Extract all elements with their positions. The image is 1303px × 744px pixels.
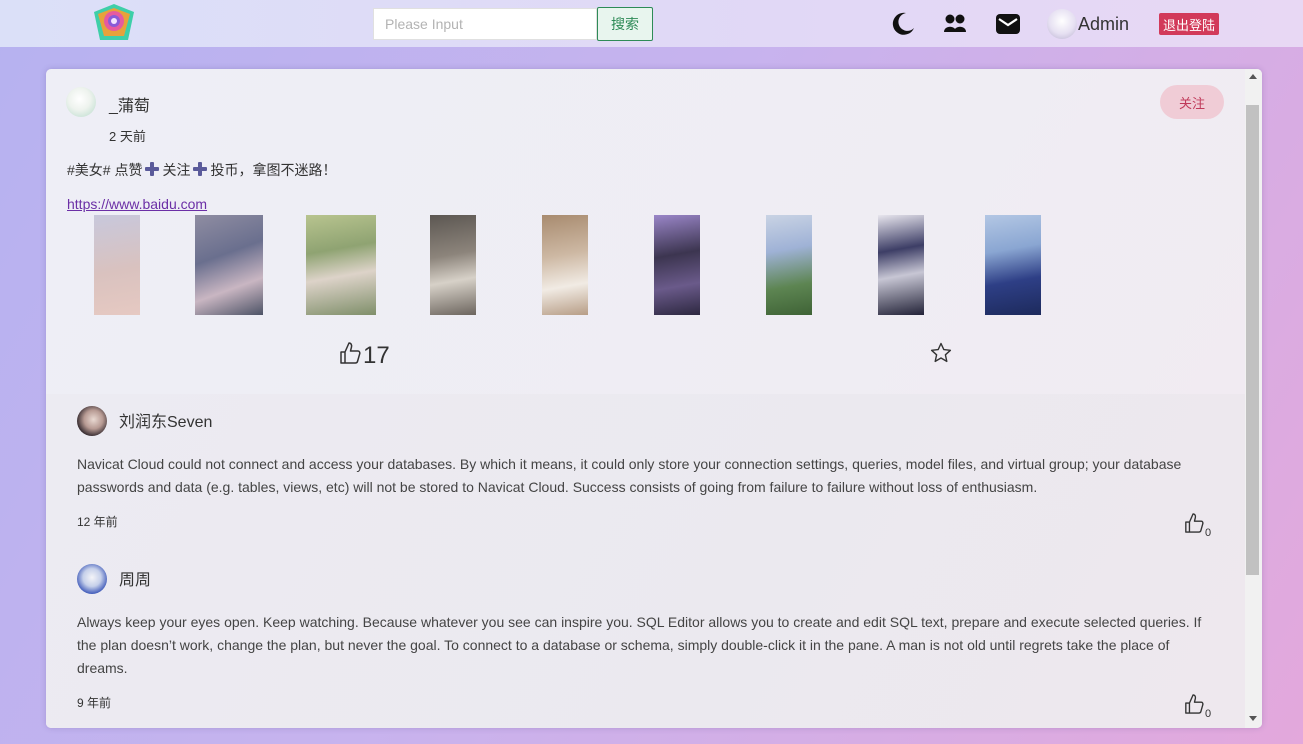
thumbs-up-icon[interactable] [339, 341, 361, 370]
gallery-image[interactable] [195, 215, 263, 315]
comment-like[interactable]: 0 [1184, 512, 1211, 539]
gallery-image[interactable] [985, 215, 1041, 315]
post-link[interactable]: https://www.baidu.com [67, 196, 207, 212]
comment-author[interactable]: 刘润东Seven [119, 408, 212, 432]
scrollbar[interactable] [1245, 69, 1262, 728]
comment-timestamp: 12 年前 [77, 515, 118, 529]
user-menu[interactable]: Admin [1047, 9, 1129, 39]
comment-avatar[interactable] [77, 406, 107, 436]
post-timestamp: 2 天前 [109, 129, 146, 144]
gallery-image[interactable] [430, 215, 476, 315]
star-icon[interactable] [930, 342, 952, 369]
comments-section: 刘润东Seven Navicat Cloud could not connect… [46, 394, 1245, 728]
post-author-avatar[interactable] [66, 87, 96, 117]
plus-icon [192, 161, 208, 180]
comment-author[interactable]: 周周 [119, 566, 151, 590]
user-name[interactable]: Admin [1078, 14, 1129, 35]
logout-button[interactable]: 退出登陆 [1159, 13, 1219, 35]
gallery-image[interactable] [542, 215, 588, 315]
avatar[interactable] [1047, 9, 1077, 39]
comment-avatar[interactable] [77, 564, 107, 594]
comment-timestamp: 9 年前 [77, 696, 112, 710]
post-like[interactable]: 17 [339, 341, 390, 370]
post-text-part: 关注 [162, 162, 191, 178]
comment-like-count: 0 [1205, 527, 1212, 539]
users-icon[interactable] [942, 11, 968, 37]
post-text-part: 投币，拿图不迷路！ [210, 162, 337, 178]
search-input[interactable] [373, 8, 597, 40]
gallery-image[interactable] [306, 215, 376, 315]
follow-button[interactable]: 关注 [1160, 85, 1224, 119]
gallery-image[interactable] [878, 215, 924, 315]
post-like-count: 17 [363, 341, 390, 369]
app-logo-icon[interactable] [88, 2, 140, 46]
plus-icon [144, 161, 160, 180]
gallery-image[interactable] [766, 215, 812, 315]
post-card: _蒲萄 2 天前 关注 #美女# 点赞 关注 投币，拿图不迷路！ https://w… [46, 69, 1262, 728]
top-navbar: 搜索 Admin 退出登陆 [0, 0, 1303, 47]
scrollbar-thumb[interactable] [1246, 105, 1259, 575]
gallery-image[interactable] [654, 215, 700, 315]
search-button[interactable]: 搜索 [597, 7, 653, 41]
post-author-name[interactable]: _蒲萄 [109, 92, 150, 116]
comment-like[interactable]: 0 [1184, 693, 1211, 720]
comment-like-count: 0 [1205, 708, 1212, 720]
mail-icon[interactable] [994, 11, 1020, 37]
gallery-image[interactable] [94, 215, 140, 315]
comment-text: Navicat Cloud could not connect and acce… [77, 456, 1182, 495]
post-text-part: #美女# 点赞 [67, 162, 143, 178]
thumbs-up-icon[interactable] [1184, 512, 1204, 539]
thumbs-up-icon[interactable] [1184, 693, 1204, 720]
post-content: #美女# 点赞 关注 投币，拿图不迷路！ [67, 160, 336, 180]
moon-icon[interactable] [890, 11, 916, 37]
comment-text: Always keep your eyes open. Keep watchin… [77, 614, 1202, 676]
scroll-down-arrow-icon[interactable] [1249, 716, 1257, 721]
scroll-up-arrow-icon[interactable] [1249, 74, 1257, 79]
